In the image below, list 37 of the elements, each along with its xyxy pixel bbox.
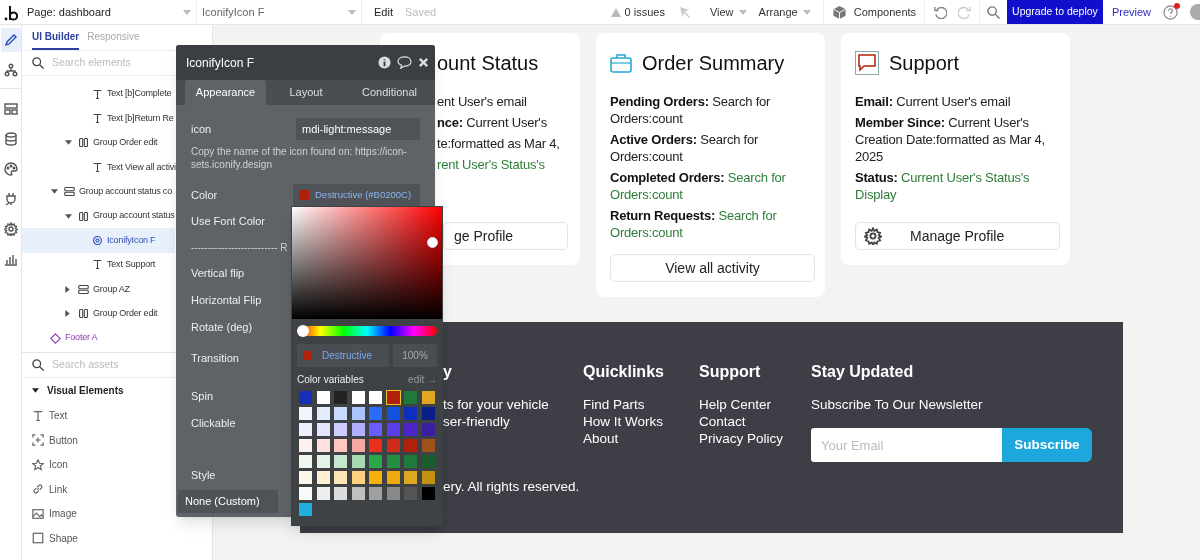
setting-label: Rotate (deg) — [191, 320, 253, 336]
field-label: Color — [191, 187, 218, 203]
setting-label: Horizontal Flip — [191, 293, 262, 309]
info-text: Pending Orders: Search for Orders:count — [610, 93, 772, 127]
card-title: Support — [889, 51, 960, 76]
info-text: Return Requests: Search for Orders:count — [610, 207, 778, 241]
panel-title: IconifyIcon F — [186, 54, 256, 72]
footer-text: ts for your vehicle — [443, 396, 550, 413]
hint-text: Copy the name of the icon found on: https://icon-sets.iconify.design — [191, 145, 408, 172]
info-text: nce: Current User's — [437, 114, 548, 131]
section-label: Color variables — [297, 372, 364, 387]
field-label: icon — [191, 121, 212, 137]
info-text: Email: Current User's email — [855, 93, 1012, 110]
setting-label: Vertical flip — [191, 266, 245, 282]
info-text: Active Orders: Search for Orders:count — [610, 131, 760, 165]
footer-text: ser-friendly — [443, 413, 511, 430]
info-text: rent User's Status's — [437, 156, 546, 173]
footer-heading: y — [443, 362, 453, 380]
footer-text: Subscribe To Our Newsletter — [811, 396, 984, 413]
section-divider: -------------------------- R — [191, 241, 288, 255]
setting-label: Clickable — [191, 416, 236, 432]
setting-label: Use Font Color — [191, 214, 265, 230]
footer-heading: Stay Updated — [811, 362, 915, 380]
setting-label: Spin — [191, 389, 214, 405]
info-text: Member Since: Current User's Creation Date:formatted as Mar 4, 2025 — [855, 114, 1046, 165]
setting-label: Style — [191, 467, 216, 483]
info-text: ent User's email — [437, 93, 528, 110]
copyright-text: ery. All rights reserved. — [443, 478, 581, 495]
footer-heading: Support — [699, 362, 762, 380]
save-status: Saved — [404, 4, 437, 20]
info-text: Status: Current User's Status's Display — [855, 169, 1031, 203]
card-title: ount Status — [437, 51, 539, 76]
info-text: Completed Orders: Search for Orders:count — [610, 169, 787, 203]
info-text: te:formatted as Mar 4, — [437, 135, 561, 152]
setting-label: Transition — [191, 351, 239, 366]
card-title: Order Summary — [642, 51, 785, 76]
footer-heading: Quicklinks — [583, 362, 665, 380]
